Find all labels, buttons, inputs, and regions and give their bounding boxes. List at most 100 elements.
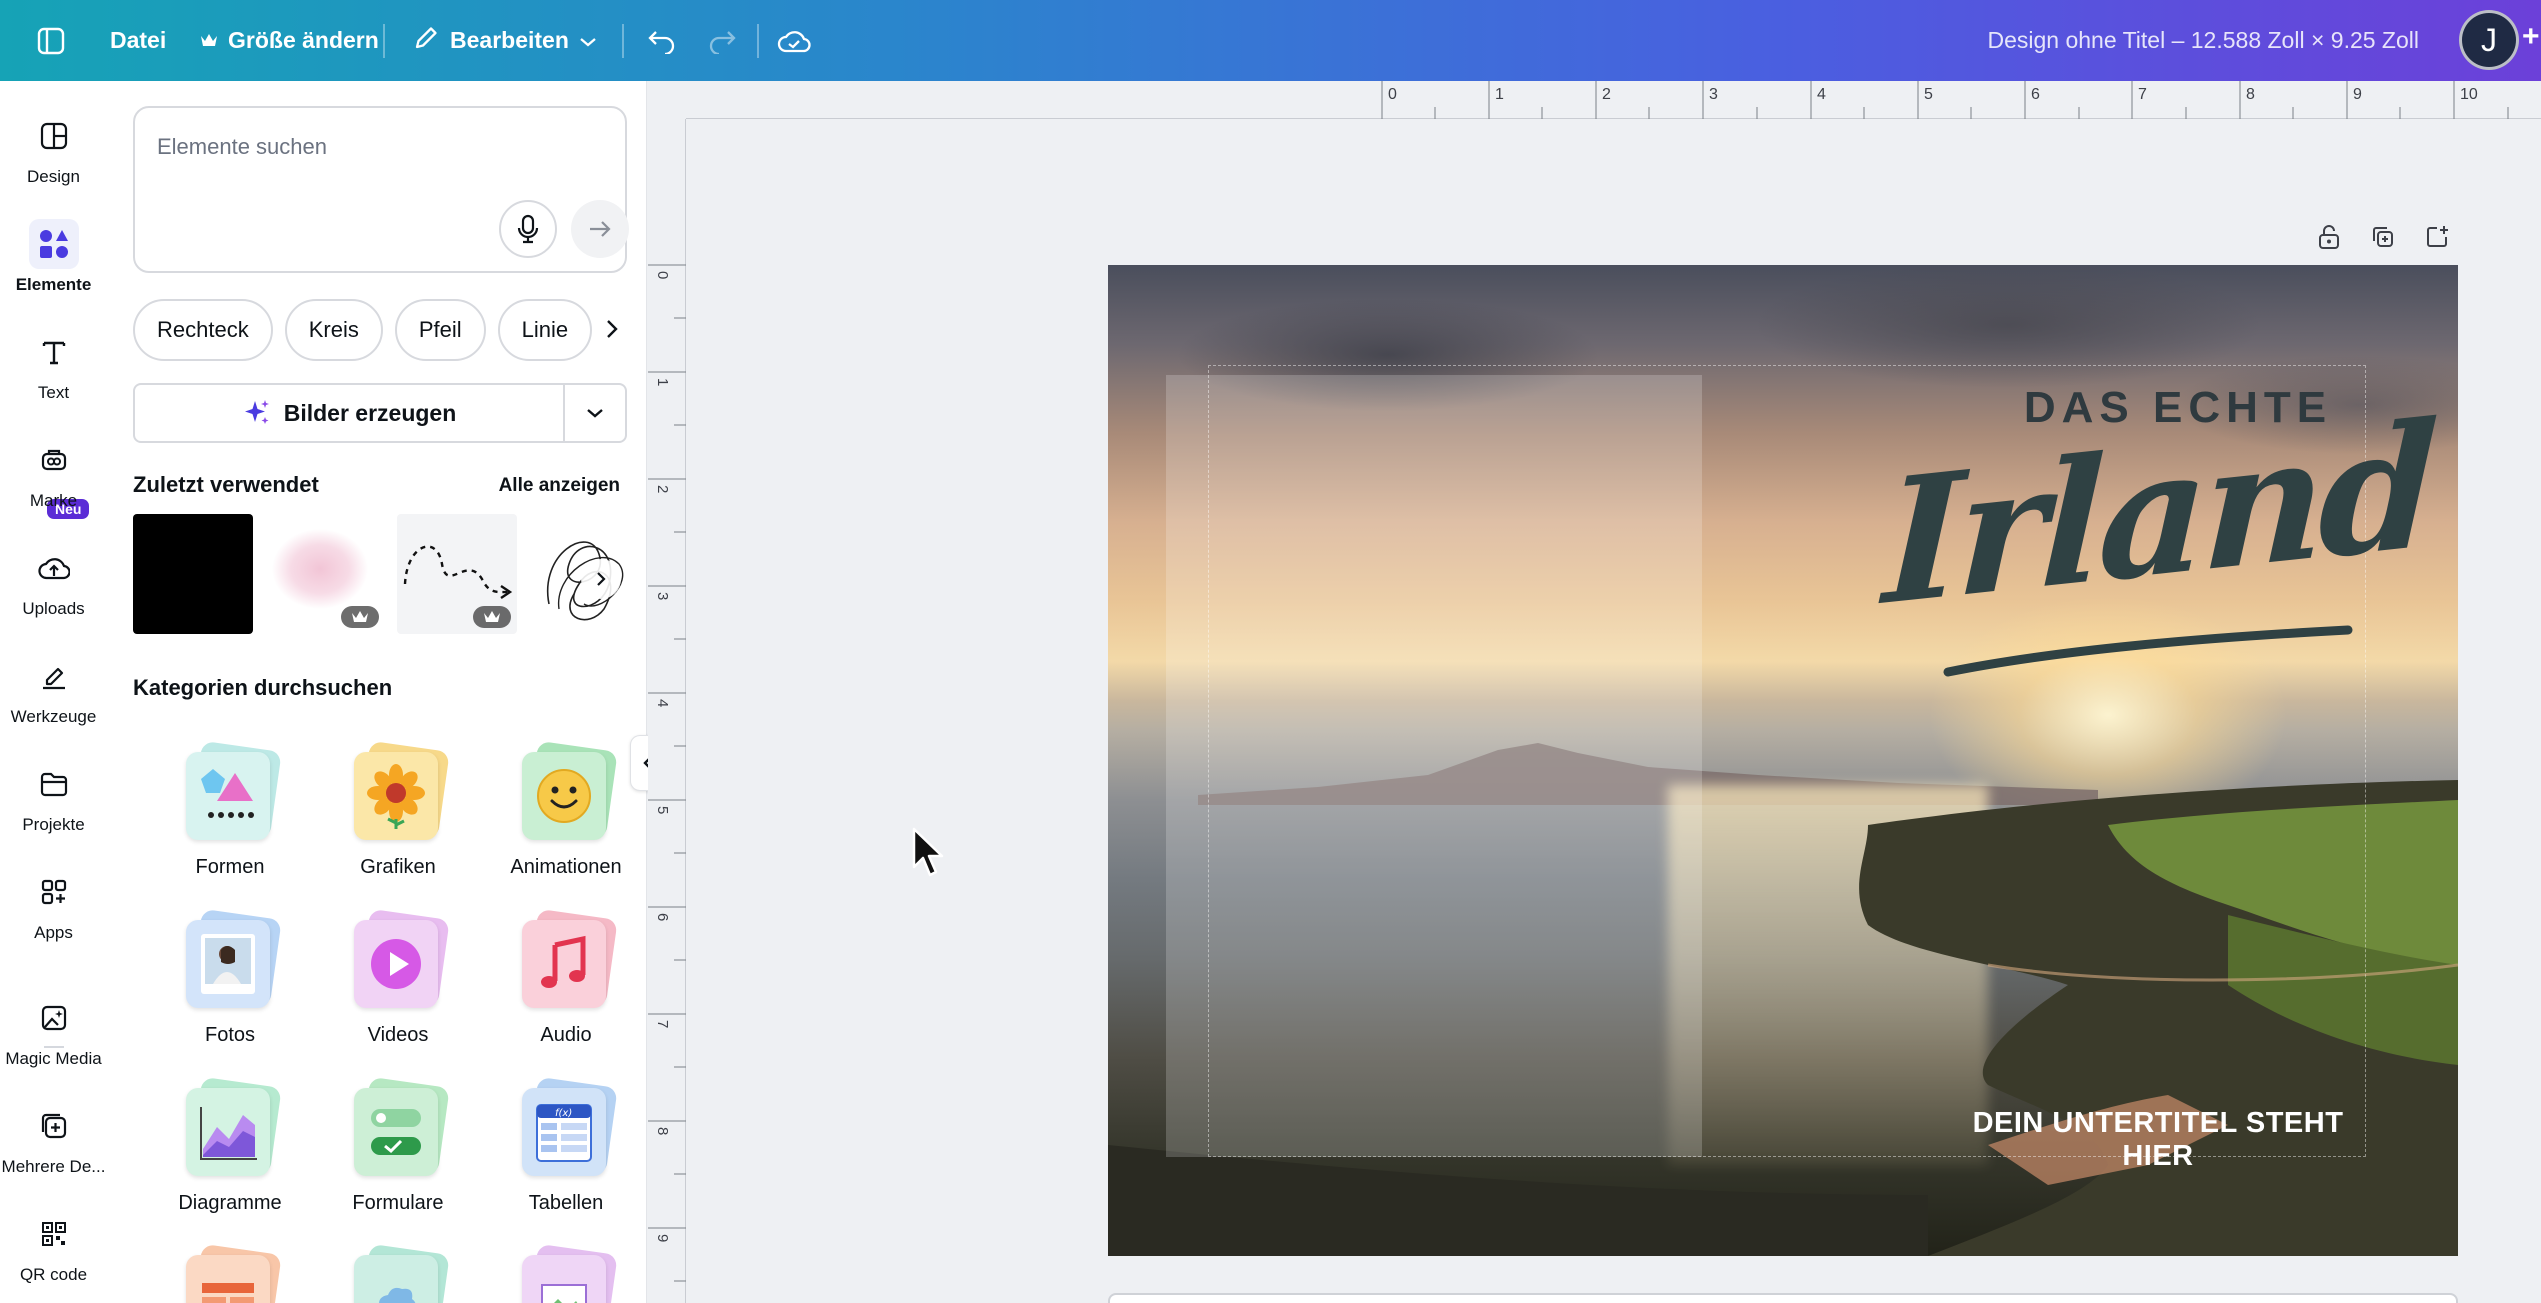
undo-icon bbox=[648, 30, 675, 54]
generate-options-dropdown[interactable] bbox=[563, 385, 625, 441]
rail-item-label: QR code bbox=[19, 1265, 88, 1284]
rail-item-uploads[interactable]: Uploads bbox=[0, 543, 107, 619]
category-label: Fotos bbox=[204, 1024, 256, 1046]
ruler-label: 2 bbox=[1602, 86, 1611, 103]
category-label: Videos bbox=[367, 1024, 429, 1046]
table-icon: f(x) bbox=[518, 1076, 618, 1178]
edit-menu[interactable]: Bearbeiten bbox=[412, 0, 597, 81]
category-charts[interactable]: Diagramme bbox=[150, 1076, 310, 1215]
recent-scroll-right-button[interactable] bbox=[581, 559, 621, 599]
recent-item-pink-watercolor[interactable] bbox=[265, 514, 385, 634]
add-collaborator-button[interactable]: + bbox=[2522, 20, 2540, 54]
photo-icon bbox=[182, 908, 282, 1010]
rail-item-text[interactable]: Text bbox=[0, 327, 107, 403]
smiley-icon bbox=[518, 740, 618, 842]
lock-page-button[interactable] bbox=[2312, 220, 2346, 254]
next-page-edge bbox=[1108, 1293, 2458, 1303]
avatar[interactable]: J bbox=[2459, 10, 2519, 70]
mouse-cursor-icon bbox=[912, 827, 946, 884]
crown-icon bbox=[200, 27, 218, 54]
cloud-saved-button[interactable] bbox=[777, 0, 811, 81]
category-more-3[interactable] bbox=[486, 1243, 646, 1303]
see-all-link[interactable]: Alle anzeigen bbox=[499, 475, 620, 497]
redo-button[interactable] bbox=[707, 0, 737, 81]
frame-icon bbox=[350, 1243, 450, 1303]
design-page[interactable]: DAS ECHTE Irland DEIN UNTERTITEL STEHT H… bbox=[1108, 265, 2458, 1256]
sidebar-toggle-icon[interactable] bbox=[36, 0, 66, 81]
subtitle-text[interactable]: DEIN UNTERTITEL STEHT HIER bbox=[1938, 1107, 2378, 1173]
category-photos[interactable]: Fotos bbox=[150, 908, 310, 1047]
search-input[interactable] bbox=[157, 134, 597, 160]
category-label: Tabellen bbox=[528, 1192, 604, 1214]
chart-icon bbox=[182, 1076, 282, 1178]
rail-item-label: Text bbox=[37, 383, 70, 402]
generate-images-control: Bilder erzeugen bbox=[133, 383, 627, 443]
recent-item-black-square[interactable] bbox=[133, 514, 253, 634]
ruler-label: 5 bbox=[1924, 86, 1933, 103]
category-more-2[interactable] bbox=[318, 1243, 478, 1303]
rail-item-apps[interactable]: Apps bbox=[0, 867, 107, 943]
divider bbox=[622, 24, 624, 58]
rail-item-label: Elemente bbox=[15, 275, 92, 294]
chip-circle[interactable]: Kreis bbox=[284, 299, 383, 361]
rail-item-label: Magic Media bbox=[5, 1049, 102, 1068]
rail-item-multiple-designs[interactable]: Mehrere De... bbox=[0, 1101, 107, 1177]
category-shapes[interactable]: Formen bbox=[150, 740, 310, 879]
rail-item-label: Design bbox=[27, 167, 80, 186]
chevron-right-icon bbox=[597, 572, 606, 586]
resize-label: Größe ändern bbox=[228, 27, 379, 53]
category-tables[interactable]: f(x) Tabellen bbox=[486, 1076, 646, 1215]
rail-item-brand[interactable]: Marke bbox=[0, 435, 107, 511]
generate-images-button[interactable]: Bilder erzeugen bbox=[135, 385, 563, 441]
voice-search-button[interactable] bbox=[499, 200, 557, 258]
ruler-vertical: 0 1 2 3 4 5 6 7 8 9 bbox=[648, 119, 686, 1303]
ruler-label: 0 bbox=[1388, 86, 1397, 103]
recent-elements bbox=[133, 514, 633, 634]
music-note-icon bbox=[518, 908, 618, 1010]
microphone-icon bbox=[517, 214, 539, 244]
ruler-horizontal: 0 1 2 3 4 5 6 7 8 9 10 bbox=[648, 81, 2541, 119]
rail-item-magic-media[interactable]: Magic Media bbox=[0, 993, 107, 1069]
category-label: Audio bbox=[540, 1024, 592, 1046]
divider bbox=[383, 24, 385, 58]
category-audio[interactable]: Audio bbox=[486, 908, 646, 1047]
category-more-1[interactable] bbox=[150, 1243, 310, 1303]
pencil-icon bbox=[412, 24, 440, 58]
chip-line[interactable]: Linie bbox=[497, 299, 593, 361]
category-graphics[interactable]: Grafiken bbox=[318, 740, 478, 879]
chip-rectangle[interactable]: Rechteck bbox=[133, 299, 273, 361]
document-title[interactable]: Design ohne Titel – 12.588 Zoll × 9.25 Z… bbox=[1987, 0, 2419, 81]
rail-item-design[interactable]: Design bbox=[0, 111, 107, 187]
chips-scroll-right-button[interactable] bbox=[592, 309, 632, 349]
ruler-label: 9 bbox=[654, 1234, 671, 1243]
file-menu[interactable]: Datei bbox=[110, 0, 166, 81]
layout-icon bbox=[29, 111, 79, 161]
recent-item-dashed-arrow[interactable] bbox=[397, 514, 517, 634]
chevron-right-icon bbox=[607, 320, 618, 338]
rail-item-tools[interactable]: Werkzeuge bbox=[0, 651, 107, 727]
category-forms[interactable]: Formulare bbox=[318, 1076, 478, 1215]
svg-text:f(x): f(x) bbox=[555, 1108, 572, 1119]
rail-item-qr-code[interactable]: QR code bbox=[0, 1209, 107, 1285]
brush-underline[interactable] bbox=[1938, 620, 2358, 680]
undo-button[interactable] bbox=[647, 0, 677, 81]
form-icon bbox=[350, 1076, 450, 1178]
ruler-label: 6 bbox=[654, 913, 671, 922]
category-videos[interactable]: Videos bbox=[318, 908, 478, 1047]
add-page-button[interactable] bbox=[2420, 220, 2454, 254]
rail-item-label: Marke bbox=[29, 491, 78, 510]
quick-filter-chips: Rechteck Kreis Pfeil Linie bbox=[133, 299, 593, 361]
rail-item-label: Werkzeuge bbox=[10, 707, 97, 726]
resize-button[interactable]: Größe ändern bbox=[200, 0, 379, 81]
shapes-category-icon bbox=[182, 740, 282, 842]
ruler-label: 7 bbox=[654, 1020, 671, 1029]
arrow-right-icon bbox=[590, 221, 611, 237]
duplicate-page-button[interactable] bbox=[2366, 220, 2400, 254]
chip-arrow[interactable]: Pfeil bbox=[394, 299, 486, 361]
premium-crown-icon bbox=[473, 606, 511, 628]
search-submit-button[interactable] bbox=[571, 200, 629, 258]
rail-item-elements[interactable]: Elemente bbox=[0, 219, 107, 295]
category-animations[interactable]: Animationen bbox=[486, 740, 646, 879]
ruler-label: 2 bbox=[654, 485, 671, 494]
rail-item-projects[interactable]: Projekte bbox=[0, 759, 107, 835]
